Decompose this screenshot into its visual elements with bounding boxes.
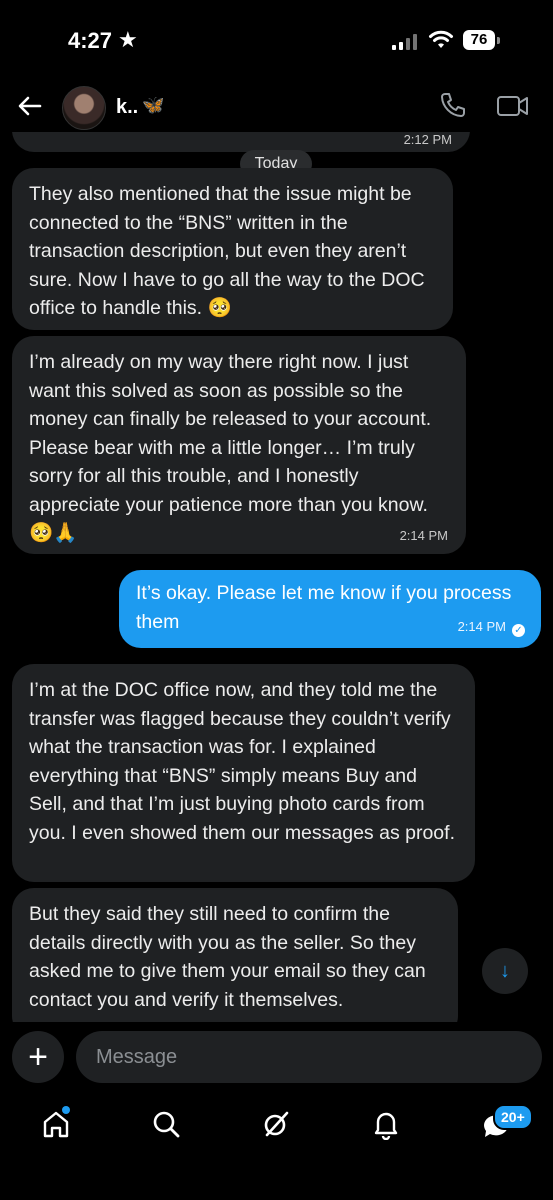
message-time: 2:12 PM	[403, 132, 452, 147]
contact-name[interactable]: k..	[116, 96, 138, 119]
back-arrow-icon[interactable]	[14, 90, 46, 122]
add-attachment-button[interactable]: +	[12, 1031, 64, 1083]
message-time: 2:14 PM ✓	[458, 619, 525, 637]
chat-thread[interactable]: cooperation 2:12 PM Today They also ment…	[0, 132, 553, 1022]
message-text: But they said they still need to confirm…	[29, 903, 426, 1011]
message-bubble-received[interactable]: They also mentioned that the issue might…	[12, 168, 453, 330]
message-text: They also mentioned that the issue might…	[29, 183, 425, 319]
message-bubble-received[interactable]: But they said they still need to confirm…	[12, 888, 458, 1022]
message-text: I’m at the DOC office now, and they told…	[29, 679, 455, 844]
home-notification-dot	[62, 1106, 70, 1114]
avatar[interactable]	[62, 86, 106, 130]
notifications-bell-icon[interactable]	[370, 1108, 402, 1140]
battery-tip	[497, 37, 500, 44]
wifi-icon	[429, 30, 453, 48]
cellular-signal-icon	[392, 34, 418, 50]
message-time: 2:14 PM	[399, 528, 448, 543]
search-icon[interactable]	[150, 1108, 182, 1140]
message-text: I’m already on my way there right now. I…	[29, 351, 432, 544]
status-time: 4:27	[68, 28, 113, 53]
butterfly-emoji: 🦋	[142, 95, 165, 115]
star-icon: ★	[118, 27, 138, 52]
message-bubble-received[interactable]: I’m at the DOC office now, and they told…	[12, 664, 475, 882]
battery-indicator: 76	[463, 30, 495, 50]
phone-call-icon[interactable]	[438, 90, 468, 120]
message-bubble-received[interactable]: cooperation 2:12 PM	[12, 132, 470, 152]
message-time-label: 2:14 PM	[457, 619, 506, 634]
grok-icon[interactable]	[260, 1108, 292, 1140]
video-call-icon[interactable]	[496, 92, 530, 120]
message-input[interactable]	[76, 1031, 542, 1083]
message-bubble-sent[interactable]: It’s okay. Please let me know if you pro…	[119, 570, 541, 648]
read-receipt-icon: ✓	[512, 624, 525, 637]
message-bubble-received[interactable]: I’m already on my way there right now. I…	[12, 336, 466, 554]
scroll-to-bottom-button[interactable]: ↓	[482, 948, 528, 994]
messages-badge: 20+	[493, 1104, 533, 1130]
